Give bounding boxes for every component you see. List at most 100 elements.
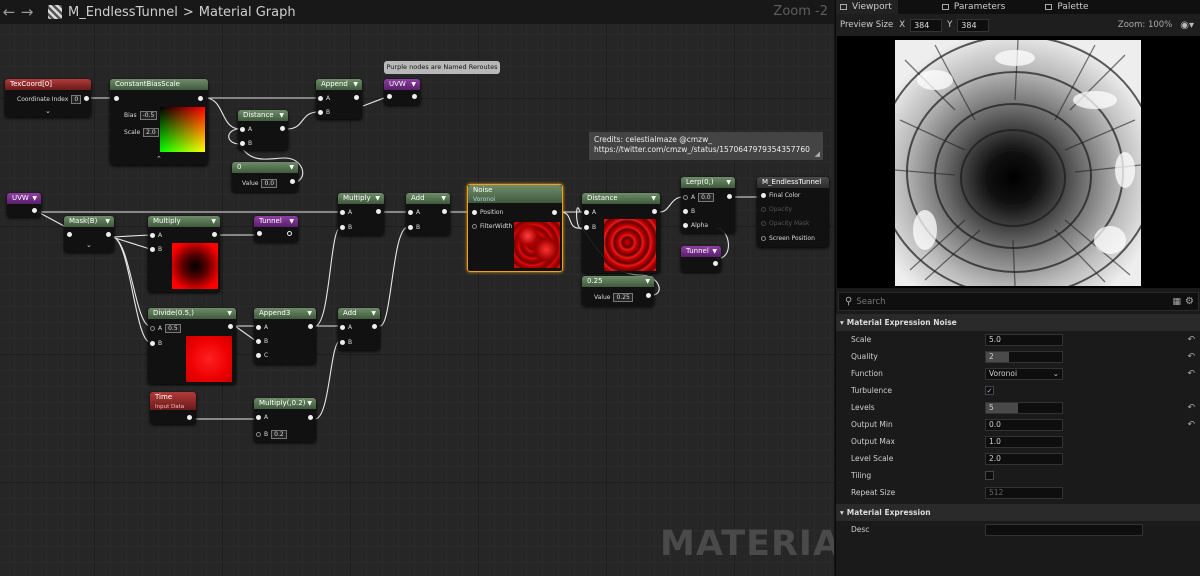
- forward-arrow-icon[interactable]: →: [18, 3, 36, 21]
- prop-desc-input[interactable]: [985, 523, 1143, 536]
- coordinate-index-value[interactable]: 0: [71, 95, 82, 104]
- back-arrow-icon[interactable]: ←: [0, 3, 18, 21]
- section-expression-header[interactable]: ▾ Material Expression: [836, 504, 1200, 521]
- divide-output-pin[interactable]: [228, 324, 233, 329]
- tunnel-reroute-usage[interactable]: Tunnel ▼: [681, 246, 721, 272]
- prop-repeat-size-input[interactable]: 512: [985, 486, 1063, 499]
- noise-output-pin[interactable]: [552, 210, 557, 215]
- mask-node[interactable]: Mask(B) ▼ ⌄: [64, 216, 114, 252]
- distance-1-output-pin[interactable]: [280, 126, 285, 131]
- divide-a-value[interactable]: 0.5: [165, 324, 181, 333]
- grid-view-icon[interactable]: ▦: [1173, 297, 1182, 307]
- lerp-output-pin[interactable]: [727, 194, 732, 199]
- breadcrumb-graph[interactable]: Material Graph: [199, 5, 296, 20]
- lerp-a-value[interactable]: 0.0: [698, 193, 714, 202]
- reset-icon[interactable]: ↶: [1187, 369, 1195, 379]
- comment-bubble[interactable]: Purple nodes are Named Reroutes: [384, 61, 500, 74]
- append-node[interactable]: Append ▼ A B: [316, 79, 362, 119]
- preview-y-input[interactable]: 384: [957, 18, 990, 32]
- multiply-2-output-pin[interactable]: [376, 209, 381, 214]
- collapse-chevron-icon[interactable]: ⌃: [156, 155, 162, 163]
- constant-zero-value[interactable]: 0.0: [261, 179, 278, 188]
- material-result-node[interactable]: M_EndlessTunnel Final Color Opacity Opac…: [757, 177, 829, 247]
- multiply-node-3[interactable]: Multiply(,0.2) ▼ A B 0.2: [254, 398, 316, 442]
- multiply-3-b-value[interactable]: 0.2: [271, 430, 287, 439]
- reset-icon[interactable]: ↶: [1187, 352, 1195, 362]
- final-color-pin[interactable]: Final Color: [769, 192, 800, 199]
- prop-function-dropdown[interactable]: Voronoi ⌄: [985, 367, 1063, 380]
- divide-node[interactable]: Divide(0.5,) ▼ A 0.5 B: [148, 308, 236, 384]
- bias-value[interactable]: -0.5: [139, 111, 158, 120]
- add-2-output-pin[interactable]: [372, 324, 377, 329]
- reset-icon[interactable]: ↶: [1187, 403, 1195, 413]
- constant-bias-scale-node[interactable]: ConstantBiasScale Bias -0.5 Scale 2.0 ⌃: [110, 79, 208, 165]
- gear-icon[interactable]: ⚙: [1185, 296, 1194, 307]
- append3-output-pin[interactable]: [308, 324, 313, 329]
- reset-icon[interactable]: ↶: [1187, 335, 1195, 345]
- constant-025-node[interactable]: 0.25 ▼ Value 0.25: [582, 276, 654, 306]
- tiling-checkbox[interactable]: [985, 471, 994, 480]
- opacity-mask-pin[interactable]: Opacity Mask: [769, 220, 809, 227]
- distance-node-1[interactable]: Distance ▼ A B: [238, 110, 288, 150]
- prop-quality-slider[interactable]: 2: [985, 350, 1063, 363]
- prop-scale-input[interactable]: 5.0: [985, 333, 1063, 346]
- uvw-reroute-declaration[interactable]: UVW ▼: [384, 79, 420, 105]
- resize-grip-icon[interactable]: ◢: [815, 149, 820, 159]
- tab-viewport[interactable]: Viewport: [836, 0, 898, 14]
- uvw-2-output-pin[interactable]: [32, 208, 37, 213]
- reset-icon[interactable]: ↶: [1187, 420, 1195, 430]
- prop-output-min-input[interactable]: 0.0: [985, 418, 1063, 431]
- tunnel-1-output-pin[interactable]: [287, 231, 292, 236]
- tunnel-2-output-pin[interactable]: [713, 261, 718, 266]
- tunnel-reroute-declaration[interactable]: Tunnel ▼: [254, 216, 298, 242]
- time-output-pin[interactable]: [187, 415, 192, 420]
- texcoord-output-pin[interactable]: [84, 96, 89, 101]
- distance-node-2[interactable]: Distance ▼ A B: [582, 193, 660, 273]
- turbulence-checkbox[interactable]: ✓: [985, 386, 994, 395]
- add-node-2[interactable]: Add ▼ A B: [338, 308, 380, 350]
- screen-position-pin[interactable]: Screen Position: [769, 235, 815, 242]
- uvw-output-pin[interactable]: [412, 94, 417, 99]
- add-node-1[interactable]: Add ▼ A B: [406, 193, 450, 235]
- credits-comment[interactable]: Credits: celestialmaze @cmzw_ https://tw…: [589, 132, 823, 160]
- breadcrumb-asset[interactable]: M_EndlessTunnel: [68, 5, 178, 20]
- opacity-pin[interactable]: Opacity: [769, 206, 792, 213]
- expand-chevron-icon[interactable]: ⌄: [45, 107, 51, 115]
- multiply-node-2[interactable]: Multiply ▼ A B: [338, 193, 384, 235]
- multiply-3-output-pin[interactable]: [308, 415, 313, 420]
- constant-zero-output-pin[interactable]: [290, 179, 295, 184]
- prop-level-scale-input[interactable]: 2.0: [985, 452, 1063, 465]
- distance-2-output-pin[interactable]: [652, 209, 657, 214]
- lerp-node[interactable]: Lerp(0,) ▼ A 0.0 B Alpha: [681, 177, 735, 233]
- constant-zero-node[interactable]: 0 ▼ Value 0.0: [232, 162, 298, 192]
- tunnel-1-input-pin[interactable]: [257, 231, 262, 236]
- cbs-output-pin[interactable]: [198, 96, 203, 101]
- constant-025-output-pin[interactable]: [646, 293, 651, 298]
- tab-palette[interactable]: Palette: [1041, 0, 1094, 14]
- tab-parameters[interactable]: Parameters: [938, 0, 1012, 14]
- time-node[interactable]: Time Input Data: [150, 392, 196, 424]
- eye-icon[interactable]: ◉▾: [1180, 20, 1194, 31]
- append-output-pin[interactable]: [354, 95, 359, 100]
- uvw-reroute-usage[interactable]: UVW ▼: [7, 193, 41, 217]
- noise-node[interactable]: Noise Voronoi Position FilterWidth: [467, 184, 563, 272]
- scale-value[interactable]: 2.0: [143, 128, 159, 137]
- mask-chevron-icon[interactable]: ⌄: [86, 241, 92, 249]
- multiply-1-output-pin[interactable]: [212, 232, 217, 237]
- section-noise-header[interactable]: ▾ Material Expression Noise: [836, 314, 1200, 331]
- prop-output-max-input[interactable]: 1.0: [985, 435, 1063, 448]
- mask-input-pin[interactable]: [67, 232, 72, 237]
- multiply-node-1[interactable]: Multiply ▼ A B: [148, 216, 220, 292]
- cbs-input-pin[interactable]: [114, 96, 119, 101]
- add-1-output-pin[interactable]: [442, 209, 447, 214]
- append3-node[interactable]: Append3 ▼ A B C: [254, 308, 316, 364]
- preview-x-input[interactable]: 384: [910, 18, 943, 32]
- prop-levels-slider[interactable]: 5: [985, 401, 1063, 414]
- material-graph-canvas[interactable]: ← → M_EndlessTunnel > Material Graph Zoo…: [0, 0, 834, 576]
- mask-output-pin[interactable]: [106, 232, 111, 237]
- preview-viewport[interactable]: [837, 36, 1200, 288]
- texcoord-node[interactable]: TexCoord[0] Coordinate Index 0 ⌄: [5, 79, 91, 117]
- constant-025-value[interactable]: 0.25: [613, 293, 633, 302]
- uvw-input-pin[interactable]: [387, 94, 392, 99]
- details-search[interactable]: ⚲ Search ▦ ⚙: [838, 292, 1199, 311]
